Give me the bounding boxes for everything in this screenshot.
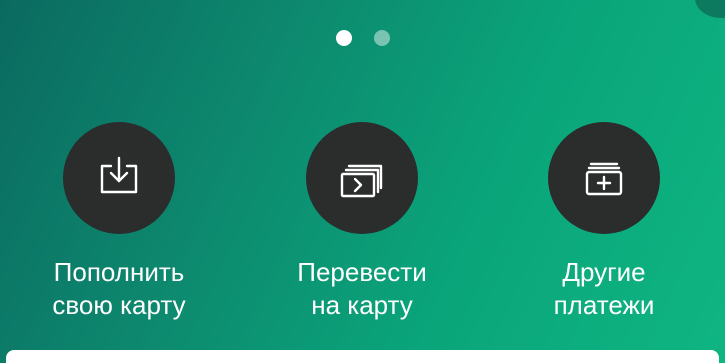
transfer-label: Перевести на карту <box>297 256 426 322</box>
top-up-circle[interactable] <box>63 122 175 234</box>
action-panel: Пополнить свою карту Перевести на карту <box>0 0 725 363</box>
other-payments-button[interactable]: Другие платежи <box>509 122 699 322</box>
top-up-label-line1: Пополнить <box>53 257 185 287</box>
transfer-cards-icon <box>340 164 383 198</box>
corner-decoration <box>695 0 725 18</box>
other-payments-circle[interactable] <box>548 122 660 234</box>
quick-actions: Пополнить свою карту Перевести на карту <box>0 122 725 342</box>
transfer-circle[interactable] <box>306 122 418 234</box>
carousel-dot-2[interactable] <box>373 30 390 46</box>
bottom-card-edge <box>6 350 719 363</box>
carousel-indicator <box>0 30 725 46</box>
other-payments-label-line1: Другие <box>562 257 646 287</box>
download-icon <box>100 156 138 194</box>
add-payment-icon <box>585 162 623 196</box>
top-up-label-line2: свою карту <box>52 290 186 320</box>
transfer-label-line2: на карту <box>311 290 413 320</box>
other-payments-label: Другие платежи <box>554 256 655 322</box>
carousel-dot-1[interactable] <box>335 30 352 46</box>
top-up-card-button[interactable]: Пополнить свою карту <box>24 122 214 322</box>
transfer-to-card-button[interactable]: Перевести на карту <box>267 122 457 322</box>
top-up-label: Пополнить свою карту <box>52 256 185 322</box>
other-payments-label-line2: платежи <box>553 290 655 320</box>
transfer-label-line1: Перевести <box>297 257 427 287</box>
